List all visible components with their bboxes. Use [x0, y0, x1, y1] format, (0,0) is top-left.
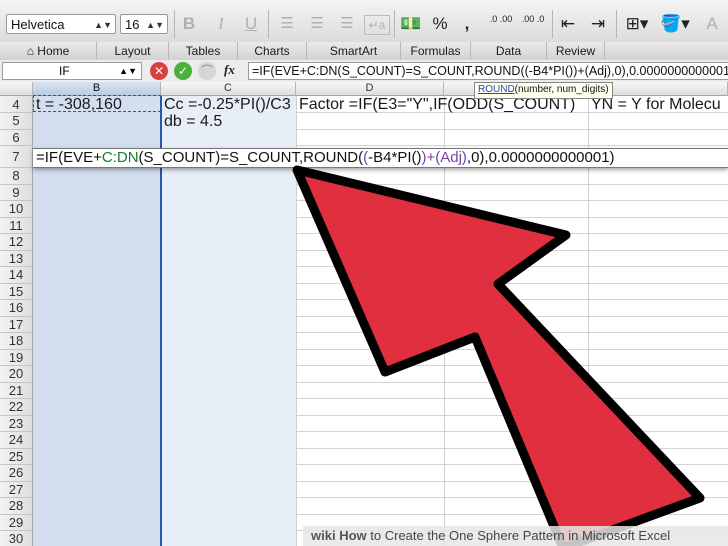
watermark-brand: wiki [311, 528, 336, 543]
watermark-title: to Create the One Sphere Pattern in Micr… [366, 528, 671, 543]
tooltip-function-name[interactable]: ROUND [478, 84, 515, 95]
function-tooltip: ROUND(number, num_digits) [474, 82, 613, 99]
red-arrow-annotation [292, 165, 705, 546]
tooltip-args: (number, num_digits) [514, 84, 609, 95]
watermark-how: How [339, 528, 367, 543]
arrow-icon [292, 165, 705, 546]
watermark: wiki How to Create the One Sphere Patter… [303, 526, 728, 546]
